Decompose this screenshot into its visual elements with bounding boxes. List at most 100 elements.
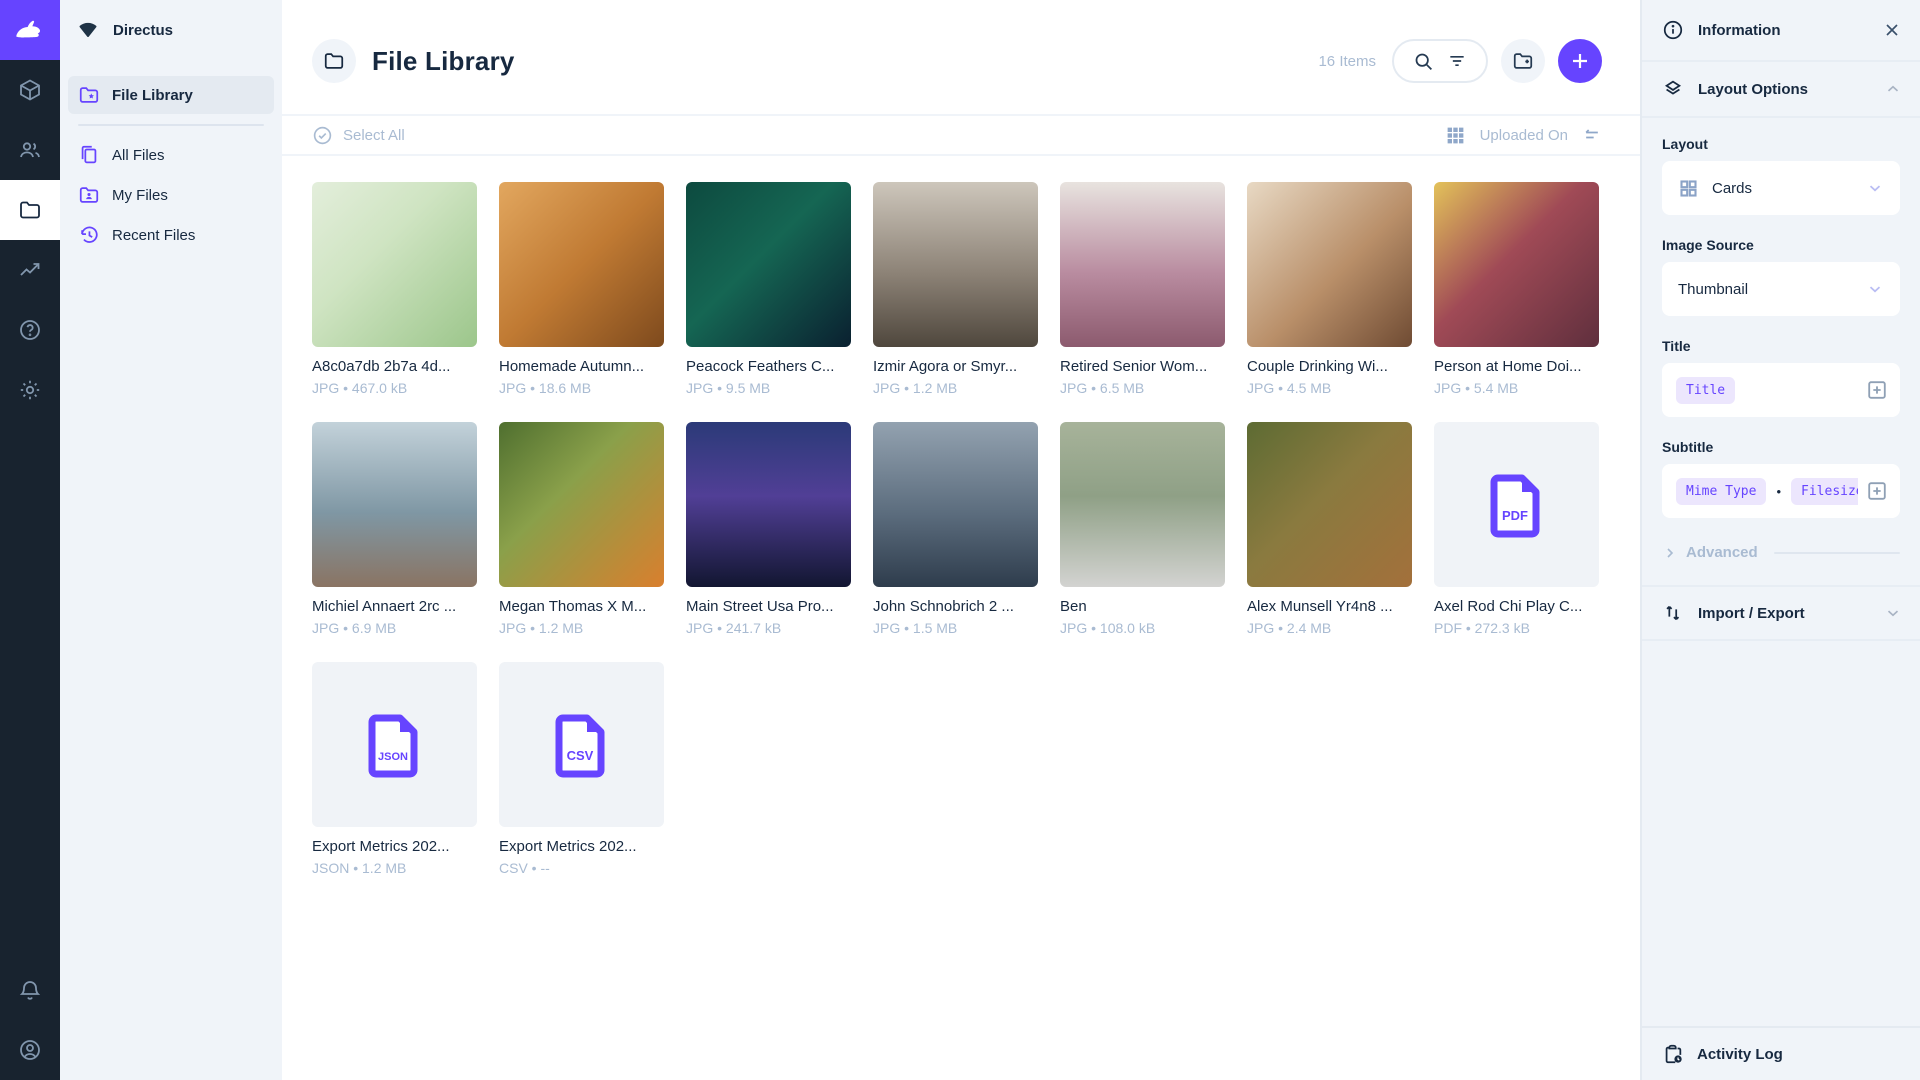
file-title: Izmir Agora or Smyr... — [873, 358, 1038, 375]
file-card[interactable]: Homemade Autumn... JPG • 18.6 MB — [499, 182, 664, 396]
nav-item-label: All Files — [112, 147, 165, 164]
file-card[interactable]: Ben JPG • 108.0 kB — [1060, 422, 1225, 636]
sort-direction-icon[interactable] — [1582, 125, 1602, 145]
page-title: File Library — [372, 46, 515, 77]
file-title: Ben — [1060, 598, 1225, 615]
chevron-down-icon — [1866, 280, 1884, 298]
project-icon — [76, 18, 100, 42]
file-title: Person at Home Doi... — [1434, 358, 1599, 375]
file-card[interactable]: Couple Drinking Wi... JPG • 4.5 MB — [1247, 182, 1412, 396]
module-content[interactable] — [0, 60, 60, 120]
add-field-icon[interactable] — [1866, 480, 1888, 502]
project-name: Directus — [113, 22, 173, 39]
file-card[interactable]: Peacock Feathers C... JPG • 9.5 MB — [686, 182, 851, 396]
grid-view-icon[interactable] — [1445, 125, 1466, 146]
sort-field-button[interactable]: Uploaded On — [1480, 127, 1568, 144]
file-thumbnail — [312, 422, 477, 587]
file-grid-scroll-area[interactable]: A8c0a7db 2b7a 4d... JPG • 467.0 kB Homem… — [282, 156, 1640, 1080]
nav-item-label: My Files — [112, 187, 168, 204]
advanced-toggle[interactable]: Advanced — [1662, 544, 1900, 561]
file-card[interactable]: Main Street Usa Pro... JPG • 241.7 kB — [686, 422, 851, 636]
chevron-right-icon — [1662, 545, 1678, 561]
file-card[interactable]: PDF Axel Rod Chi Play C... PDF • 272.3 k… — [1434, 422, 1599, 636]
file-card[interactable]: Alex Munsell Yr4n8 ... JPG • 2.4 MB — [1247, 422, 1412, 636]
file-card[interactable]: JSON Export Metrics 202... JSON • 1.2 MB — [312, 662, 477, 876]
file-thumbnail: JSON — [312, 662, 477, 827]
layout-options-accordion[interactable]: Layout Options — [1642, 60, 1920, 116]
grid-2x2-icon — [1678, 178, 1699, 199]
nav-item-file-library[interactable]: File Library — [68, 76, 274, 114]
import-export-accordion[interactable]: Import / Export — [1642, 585, 1920, 641]
field-chip[interactable]: Mime Type — [1676, 478, 1766, 505]
file-meta: JPG • 467.0 kB — [312, 380, 477, 396]
image-source-select[interactable]: Thumbnail — [1662, 262, 1900, 316]
search-icon — [1413, 51, 1434, 72]
file-title: Megan Thomas X M... — [499, 598, 664, 615]
file-card[interactable]: Retired Senior Wom... JPG • 6.5 MB — [1060, 182, 1225, 396]
layout-field: Layout Cards — [1662, 136, 1900, 215]
files-icon — [78, 144, 100, 166]
field-label: Layout — [1662, 136, 1900, 152]
file-card[interactable]: Izmir Agora or Smyr... JPG • 1.2 MB — [873, 182, 1038, 396]
file-meta: JPG • 6.5 MB — [1060, 380, 1225, 396]
file-title: Homemade Autumn... — [499, 358, 664, 375]
close-sidebar-button[interactable] — [1878, 16, 1906, 44]
file-thumbnail — [312, 182, 477, 347]
field-chip[interactable]: Title — [1676, 377, 1735, 404]
document-icon: PDF — [1488, 472, 1546, 538]
layout-options-body: Layout Cards Image Source Thumbnail — [1642, 116, 1920, 577]
title-field: Title Title — [1662, 338, 1900, 417]
folder-star-icon — [78, 84, 100, 106]
file-card[interactable]: Person at Home Doi... JPG • 5.4 MB — [1434, 182, 1599, 396]
module-bar — [0, 0, 60, 1080]
add-field-icon[interactable] — [1866, 379, 1888, 401]
activity-log-button[interactable]: Activity Log — [1642, 1026, 1920, 1080]
file-card[interactable]: CSV Export Metrics 202... CSV • -- — [499, 662, 664, 876]
file-thumbnail — [873, 422, 1038, 587]
file-meta: JPG • 241.7 kB — [686, 620, 851, 636]
add-file-button[interactable] — [1558, 39, 1602, 83]
title-template-input[interactable]: Title — [1662, 363, 1900, 417]
file-card[interactable]: Michiel Annaert 2rc ... JPG • 6.9 MB — [312, 422, 477, 636]
file-card[interactable]: A8c0a7db 2b7a 4d... JPG • 467.0 kB — [312, 182, 477, 396]
info-sidebar-header: Information — [1642, 0, 1920, 60]
file-title: Alex Munsell Yr4n8 ... — [1247, 598, 1412, 615]
nav-item-all-files[interactable]: All Files — [68, 136, 274, 174]
chevron-down-icon — [1866, 179, 1884, 197]
filter-icon[interactable] — [1447, 51, 1467, 71]
history-icon — [78, 224, 100, 246]
file-title: Export Metrics 202... — [312, 838, 477, 855]
module-insights[interactable] — [0, 240, 60, 300]
accordion-title: Import / Export — [1698, 605, 1870, 622]
search-input[interactable] — [1392, 39, 1488, 83]
field-chip[interactable]: Filesize — [1791, 478, 1858, 505]
module-help[interactable] — [0, 300, 60, 360]
module-settings[interactable] — [0, 360, 60, 420]
nav-item-recent-files[interactable]: Recent Files — [68, 216, 274, 254]
select-all-button[interactable]: Select All — [312, 125, 405, 146]
chevron-up-icon — [1884, 80, 1902, 98]
chevron-down-icon — [1884, 604, 1902, 622]
layout-select[interactable]: Cards — [1662, 161, 1900, 215]
clipboard-clock-icon — [1662, 1043, 1684, 1065]
nav-item-my-files[interactable]: My Files — [68, 176, 274, 214]
file-card[interactable]: John Schnobrich 2 ... JPG • 1.5 MB — [873, 422, 1038, 636]
items-count: 16 Items — [1318, 53, 1376, 70]
title-icon-circle[interactable] — [312, 39, 356, 83]
file-card[interactable]: Megan Thomas X M... JPG • 1.2 MB — [499, 422, 664, 636]
file-title: Axel Rod Chi Play C... — [1434, 598, 1599, 615]
project-switcher[interactable]: Directus — [60, 0, 282, 60]
new-folder-button[interactable] — [1501, 39, 1545, 83]
svg-text:PDF: PDF — [1502, 508, 1528, 523]
module-files[interactable] — [0, 180, 60, 240]
directus-logo[interactable] — [0, 0, 60, 60]
file-title: Export Metrics 202... — [499, 838, 664, 855]
file-meta: JPG • 4.5 MB — [1247, 380, 1412, 396]
notifications-button[interactable] — [0, 960, 60, 1020]
module-users[interactable] — [0, 120, 60, 180]
file-meta: JPG • 18.6 MB — [499, 380, 664, 396]
field-label: Subtitle — [1662, 439, 1900, 455]
user-menu-button[interactable] — [0, 1020, 60, 1080]
bell-icon — [18, 978, 42, 1002]
subtitle-template-input[interactable]: Mime Type • Filesize — [1662, 464, 1900, 518]
